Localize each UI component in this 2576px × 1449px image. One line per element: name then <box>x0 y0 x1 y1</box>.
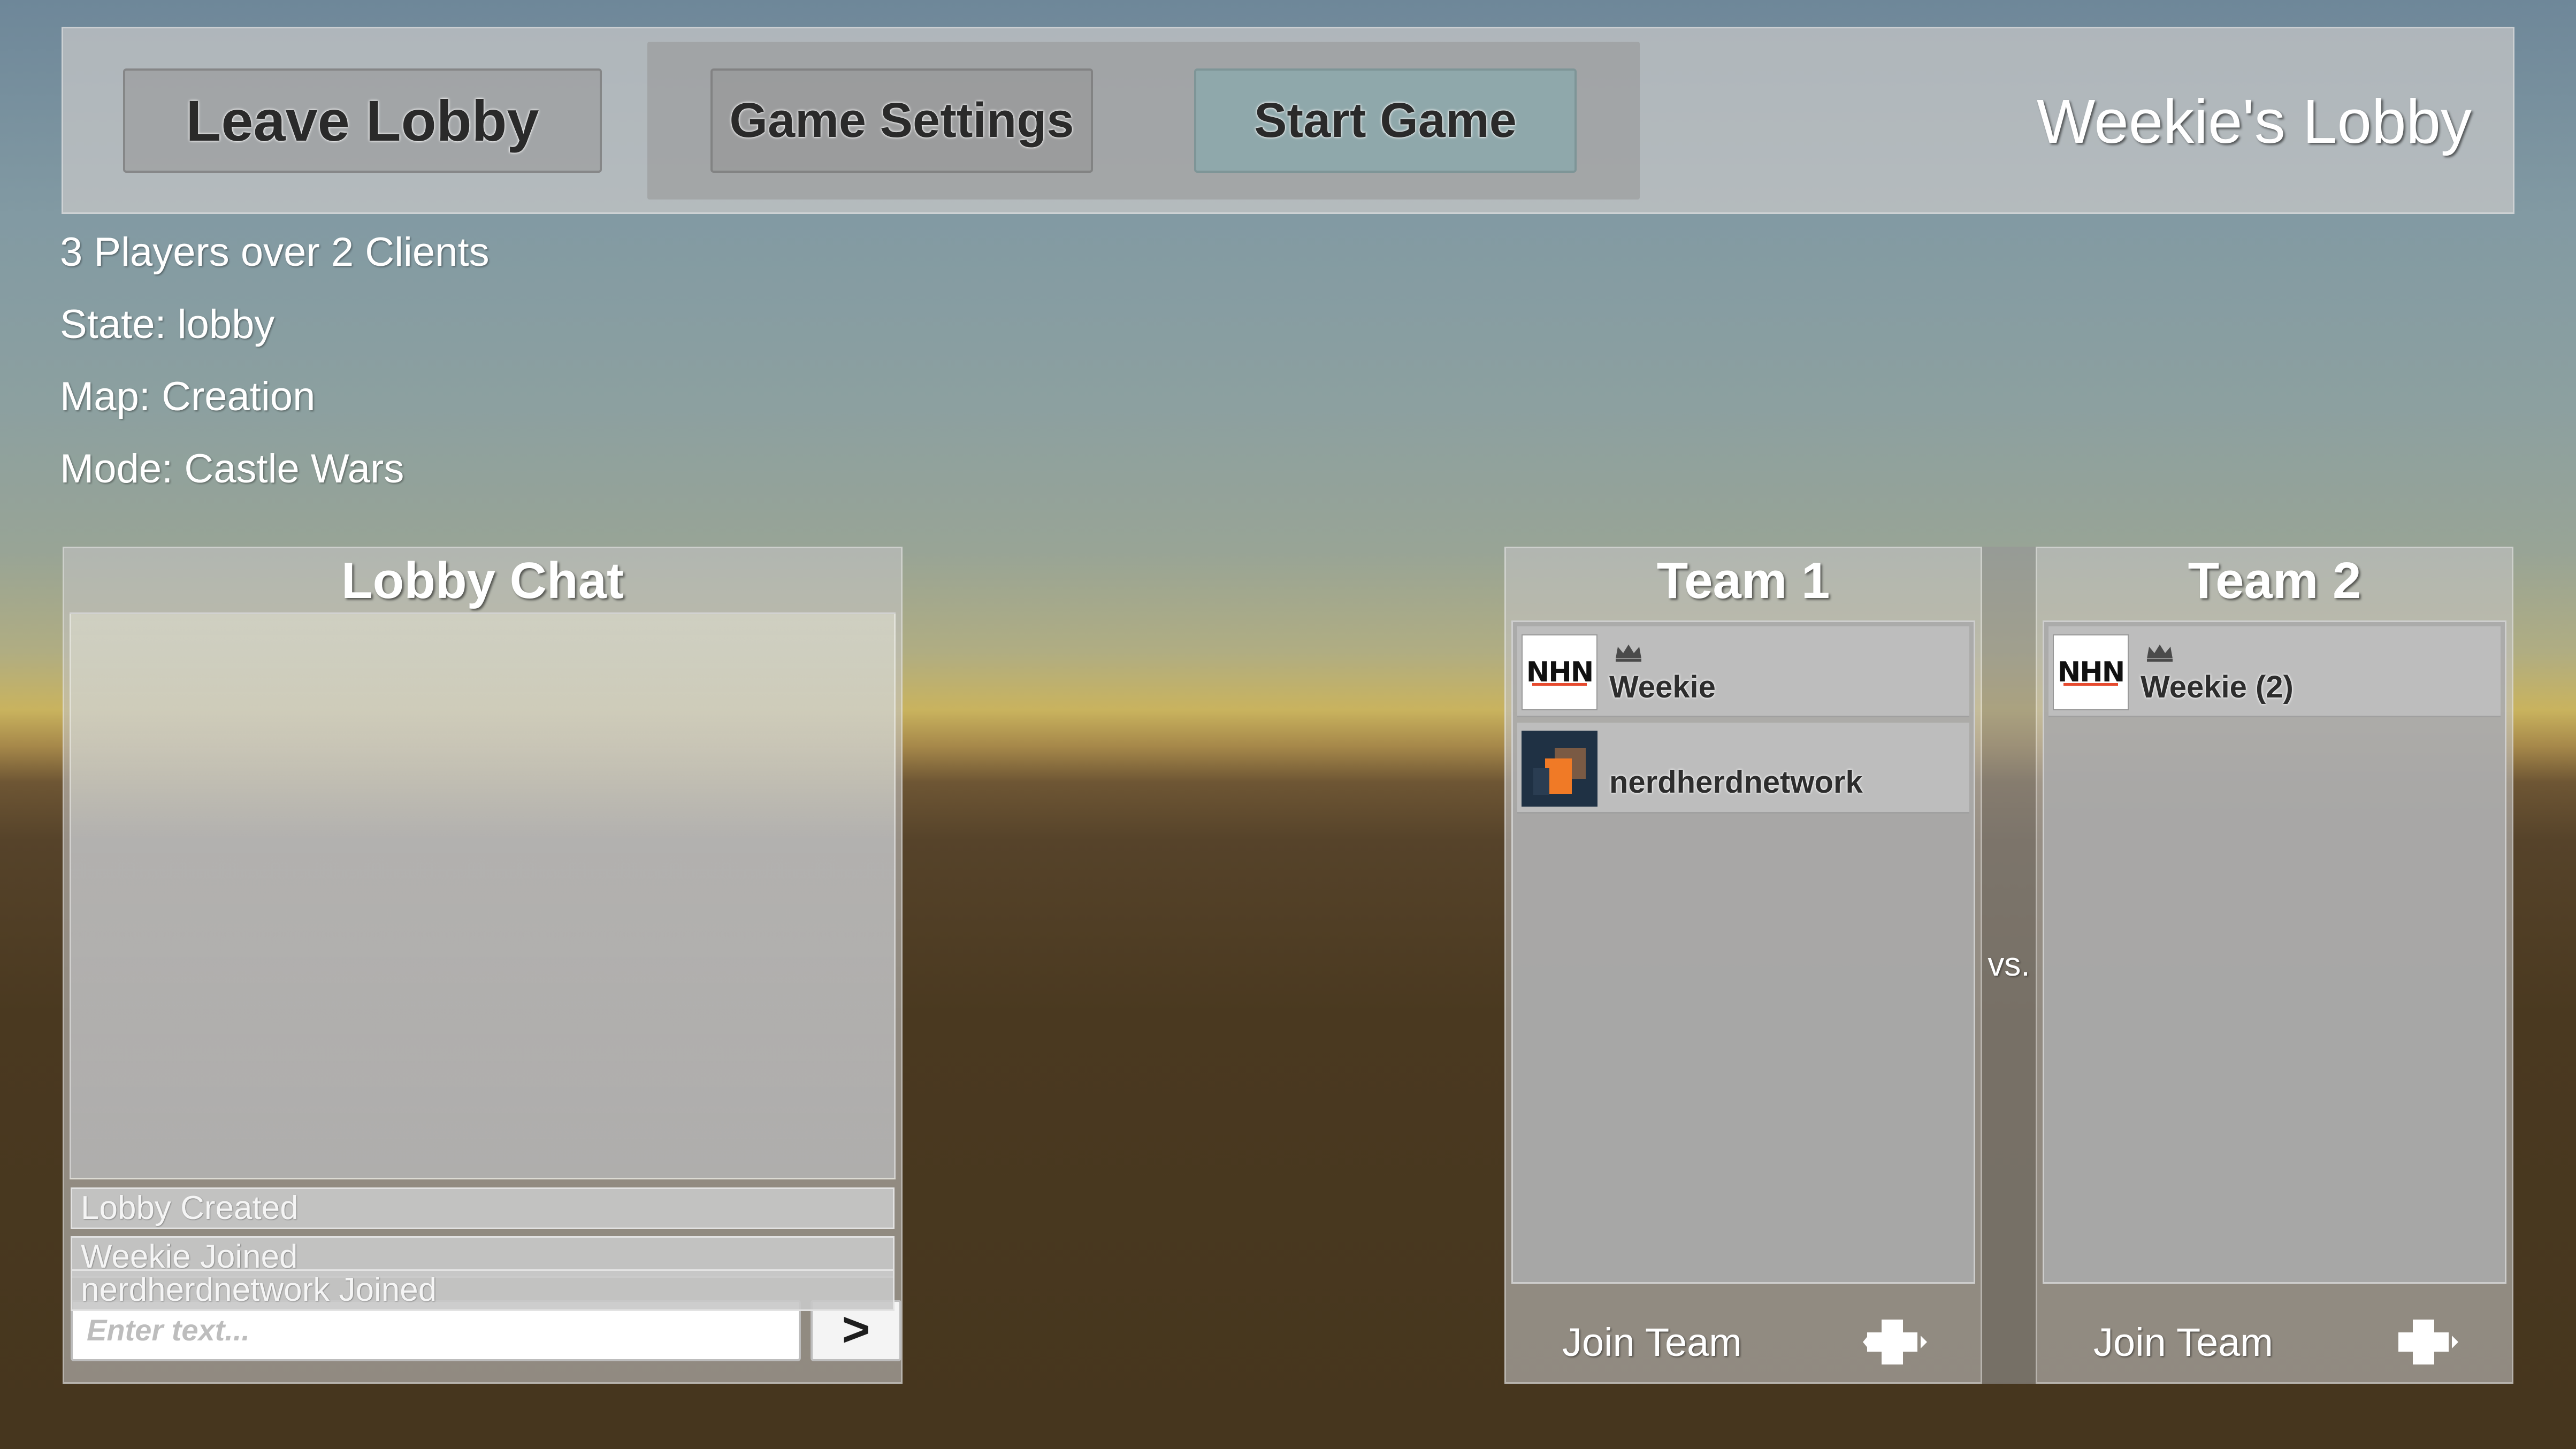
nhn-logo-avatar: NHN <box>2053 634 2129 710</box>
player-row[interactable]: NHN Weekie (2) <box>2048 626 2501 717</box>
crown-icon <box>1616 645 1641 662</box>
team-1-panel: Team 1 NHN Weekie nerdherdnetwork Join T… <box>1504 547 1982 1384</box>
team-1-title: Team 1 <box>1656 552 1830 609</box>
crown-icon <box>2147 645 2173 662</box>
chat-title: Lobby Chat <box>341 552 624 609</box>
vs-label: vs. <box>1988 946 2030 983</box>
start-game-button[interactable]: Start Game <box>1194 68 1577 173</box>
lobby-chat-panel: Lobby Chat Lobby Created Weekie Joined n… <box>63 547 903 1384</box>
chat-message-area[interactable] <box>70 612 896 1179</box>
lobby-state: State: lobby <box>60 302 275 347</box>
player-name: Weekie <box>1609 670 1716 704</box>
plus-icon[interactable] <box>2394 1315 2458 1369</box>
orange-squares-avatar <box>1522 731 1597 807</box>
game-settings-label: Game Settings <box>729 93 1074 148</box>
player-row[interactable]: NHN Weekie <box>1517 626 1969 717</box>
plus-icon[interactable] <box>1863 1315 1927 1369</box>
map-name: Map: Creation <box>60 374 316 419</box>
team-1-player-list: NHN Weekie nerdherdnetwork <box>1511 620 1975 1284</box>
leave-lobby-label: Leave Lobby <box>186 88 539 153</box>
player-name: Weekie (2) <box>2141 670 2294 704</box>
team-2-player-list: NHN Weekie (2) <box>2043 620 2506 1284</box>
player-count: 3 Players over 2 Clients <box>60 229 490 275</box>
chat-message: Lobby Created <box>71 1187 895 1229</box>
game-settings-button[interactable]: Game Settings <box>710 68 1093 173</box>
join-team-label: Join Team <box>2093 1320 2273 1364</box>
game-mode: Mode: Castle Wars <box>60 446 404 492</box>
leave-lobby-button[interactable]: Leave Lobby <box>123 68 602 173</box>
chat-message: nerdherdnetwork Joined <box>71 1269 895 1311</box>
start-game-label: Start Game <box>1254 93 1517 148</box>
lobby-title: Weekie's Lobby <box>2036 87 2472 156</box>
join-team-label: Join Team <box>1562 1320 1742 1364</box>
player-row[interactable]: nerdherdnetwork <box>1517 723 1969 814</box>
team-2-footer[interactable]: Join Team <box>2037 1302 2512 1382</box>
team-2-panel: Team 2 NHN Weekie (2) Join Team <box>2036 547 2513 1384</box>
team-1-footer[interactable]: Join Team <box>1506 1302 1981 1382</box>
nhn-logo-avatar: NHN <box>1522 634 1597 710</box>
player-name: nerdherdnetwork <box>1609 765 1863 800</box>
team-2-title: Team 2 <box>2188 552 2361 609</box>
